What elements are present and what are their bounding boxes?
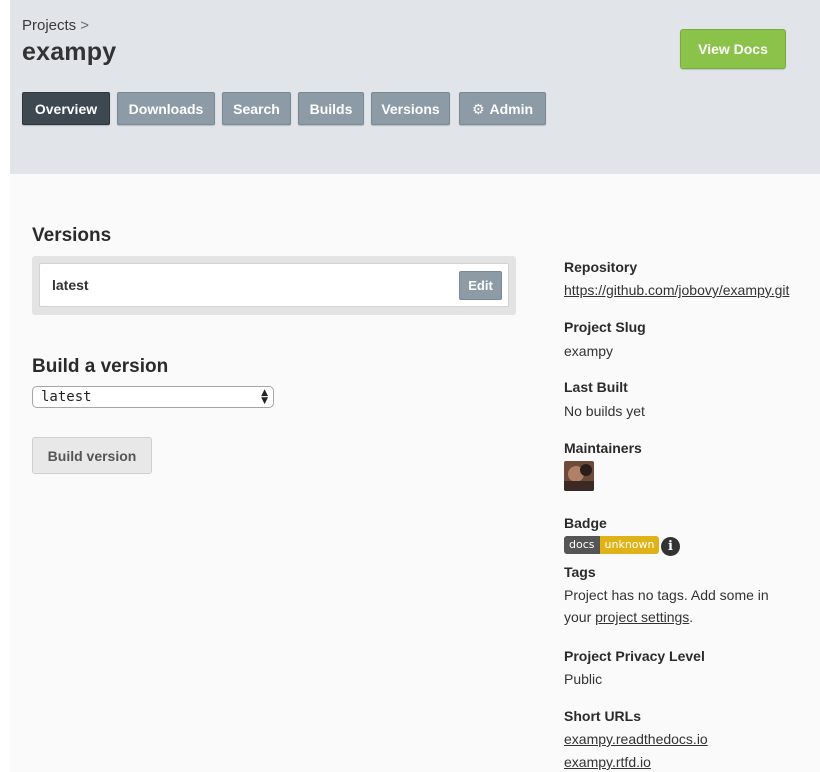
breadcrumb-projects-link[interactable]: Projects — [22, 17, 76, 34]
build-version-button[interactable]: Build version — [32, 437, 152, 474]
tab-label: Builds — [309, 100, 353, 117]
tags-text-line1: Project has no tags. Add some in — [564, 587, 769, 603]
tab-label: Overview — [34, 100, 98, 117]
repository-value: https://github.com/jobovy/exampy.git — [564, 279, 789, 301]
short-url-1: exampy.readthedocs.io — [564, 728, 708, 750]
main-content: Versions latest Edit Build a version lat… — [10, 174, 820, 772]
tab-search[interactable]: Search — [222, 92, 291, 125]
docs-status-badge[interactable]: docs unknown — [564, 536, 660, 554]
repository-label: Repository — [564, 259, 638, 275]
badge-left: docs — [564, 536, 600, 554]
last-built-label: Last Built — [564, 379, 628, 395]
avatar-image — [564, 461, 594, 491]
versions-title: Versions — [32, 225, 112, 246]
maintainers-label: Maintainers — [564, 440, 642, 456]
tab-label: Downloads — [128, 100, 204, 117]
privacy-value: Public — [564, 671, 603, 687]
tags-text-line2: your — [564, 609, 596, 625]
tags-label: Tags — [564, 564, 596, 580]
project-slug-value: exampy — [564, 343, 614, 359]
last-built-value: No builds yet — [564, 403, 645, 419]
tags-text: Project has no tags. Add some in your pr… — [564, 584, 814, 628]
breadcrumb-separator: > — [80, 17, 89, 34]
badge-label: Badge — [564, 515, 607, 531]
select-arrows-icon: ▲ ▼ — [261, 388, 268, 406]
tab-downloads[interactable]: Downloads — [117, 92, 215, 125]
tags-text-end: . — [689, 609, 694, 625]
tab-label: Admin — [489, 100, 534, 117]
gear-icon: ⚙ — [471, 100, 485, 117]
project-slug-label: Project Slug — [564, 319, 646, 335]
version-row: latest Edit — [39, 263, 509, 307]
tab-overview[interactable]: Overview — [22, 92, 110, 125]
version-select[interactable]: latest ▲ ▼ — [32, 386, 274, 408]
tab-versions[interactable]: Versions — [371, 92, 450, 125]
short-url-link[interactable]: exampy.readthedocs.io — [564, 731, 708, 747]
badge-right: unknown — [599, 536, 660, 554]
privacy-label: Project Privacy Level — [564, 648, 705, 664]
version-name[interactable]: latest — [52, 277, 89, 293]
view-docs-button[interactable]: View Docs — [680, 29, 786, 69]
tab-label: Versions — [381, 100, 440, 117]
project-title: exampy — [22, 38, 117, 66]
build-version-title: Build a version — [32, 356, 169, 377]
versions-list: latest Edit — [32, 256, 516, 315]
short-url-2: exampy.rtfd.io — [564, 751, 651, 772]
tab-label: Search — [233, 100, 280, 117]
page: Projects > exampy View Docs Overview Down… — [0, 0, 820, 772]
repository-link[interactable]: https://github.com/jobovy/exampy.git — [564, 282, 789, 298]
version-select-value: latest — [41, 389, 92, 405]
project-settings-link[interactable]: project settings — [595, 609, 689, 625]
short-urls-label: Short URLs — [564, 708, 641, 724]
edit-version-button[interactable]: Edit — [459, 271, 502, 300]
short-url-link[interactable]: exampy.rtfd.io — [564, 754, 651, 770]
tab-builds[interactable]: Builds — [298, 92, 364, 125]
breadcrumb: Projects > — [22, 17, 89, 35]
tab-admin[interactable]: ⚙ Admin — [459, 92, 546, 125]
maintainer-avatar[interactable] — [564, 461, 594, 491]
project-header: Projects > exampy View Docs Overview Down… — [10, 0, 820, 174]
info-icon[interactable]: i — [661, 537, 680, 556]
